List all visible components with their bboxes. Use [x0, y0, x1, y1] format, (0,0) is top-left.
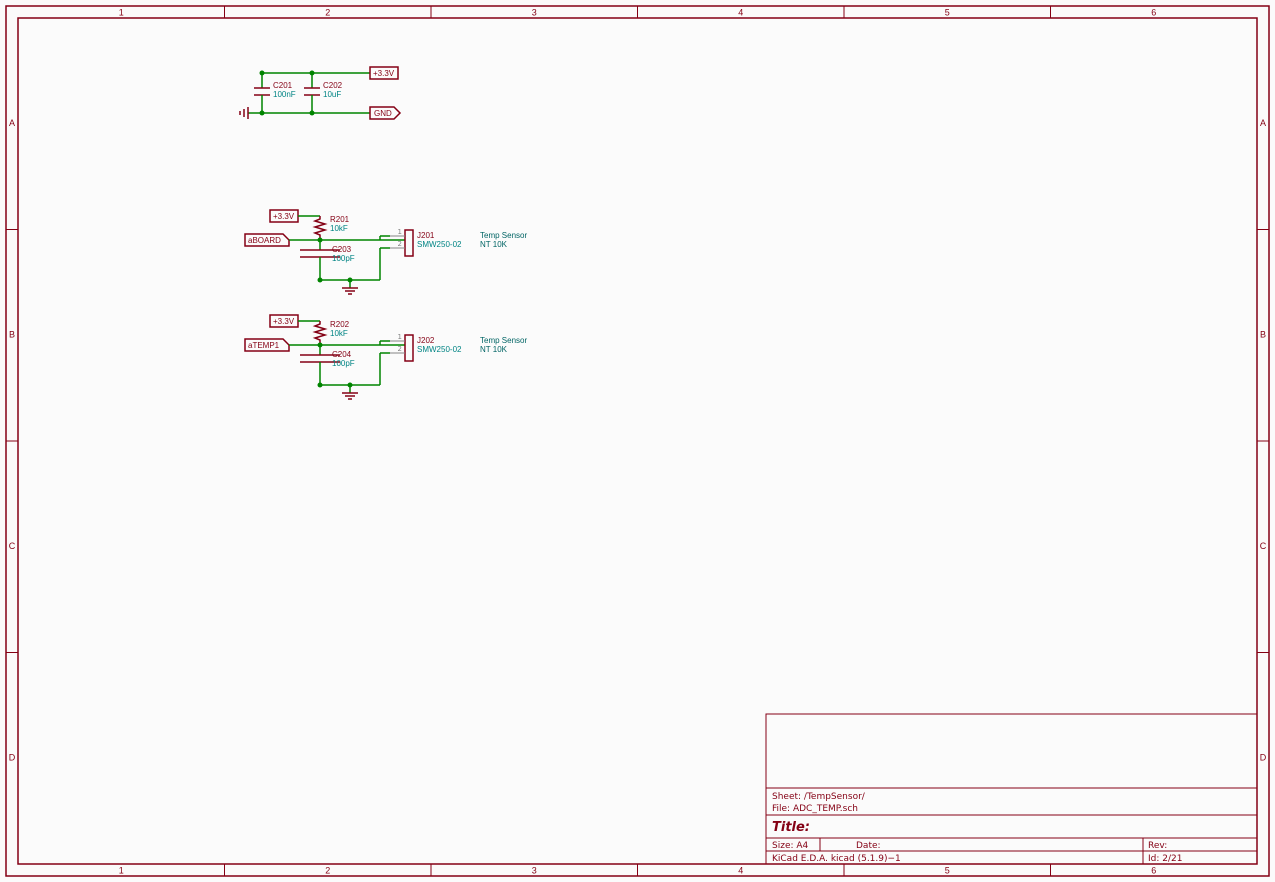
svg-text:10kF: 10kF — [330, 329, 348, 338]
svg-text:J202: J202 — [417, 336, 435, 345]
decoupling-group: +3.3V GND C201 100nF C202 10uF — [240, 67, 400, 119]
svg-text:100pF: 100pF — [332, 359, 355, 368]
svg-text:+3.3V: +3.3V — [273, 212, 295, 221]
svg-text:10kF: 10kF — [330, 224, 348, 233]
p33v-top-label: +3.3V — [370, 67, 398, 79]
svg-text:6: 6 — [1151, 865, 1156, 875]
svg-text:D: D — [1260, 753, 1267, 763]
tb-file: File: ADC_TEMP.sch — [772, 804, 858, 814]
tb-id: Id: 2/21 — [1148, 854, 1182, 864]
schematic-sheet: 1 1 2 2 3 3 4 4 5 5 6 6 A A B B C C D D +3.3V GND C201 100… — [0, 0, 1275, 882]
title-block: Sheet: /TempSensor/ File: ADC_TEMP.sch T… — [766, 714, 1257, 864]
svg-text:C203: C203 — [332, 245, 352, 254]
svg-text:Temp Sensor: Temp Sensor — [480, 336, 527, 345]
c201: C201 100nF — [254, 71, 296, 116]
svg-text:1: 1 — [398, 333, 402, 341]
c201-ref: C201 — [273, 81, 293, 90]
svg-text:SMW250-02: SMW250-02 — [417, 345, 462, 354]
svg-text:6: 6 — [1151, 7, 1156, 17]
sensor-block-2-cap: C204100pF — [300, 345, 355, 385]
svg-text:5: 5 — [945, 7, 950, 17]
svg-text:C: C — [9, 541, 16, 551]
svg-text:R201: R201 — [330, 215, 350, 224]
svg-text:3: 3 — [532, 7, 537, 17]
svg-text:R202: R202 — [330, 320, 350, 329]
svg-text:4: 4 — [738, 865, 743, 875]
svg-text:aBOARD: aBOARD — [248, 236, 281, 245]
svg-text:SMW250-02: SMW250-02 — [417, 240, 462, 249]
c202: C202 10uF — [304, 71, 343, 116]
svg-text:2: 2 — [325, 865, 330, 875]
tb-eda: KiCad E.D.A. kicad (5.1.9)−1 — [772, 854, 901, 864]
svg-text:+3.3V: +3.3V — [273, 317, 295, 326]
svg-text:aTEMP1: aTEMP1 — [248, 341, 280, 350]
svg-text:3: 3 — [532, 865, 537, 875]
tb-date: Date: — [856, 841, 881, 851]
earth-gnd-top — [240, 107, 260, 119]
svg-text:B: B — [9, 330, 15, 340]
sensor-block-1-res: R20110kF — [315, 215, 350, 241]
c202-ref: C202 — [323, 81, 343, 90]
svg-text:J201: J201 — [417, 231, 435, 240]
sensor-block-1-conn: 1 2 J201SMW250-02 Temp SensorNT 10K — [380, 228, 527, 280]
svg-text:B: B — [1260, 330, 1266, 340]
p33v-top-text: +3.3V — [373, 69, 395, 78]
sensor-block-2-res: R20210kF — [315, 320, 350, 346]
sensor-block-1-cap: C203100pF — [300, 240, 355, 280]
c202-val: 10uF — [323, 90, 341, 99]
svg-text:C: C — [1260, 541, 1267, 551]
svg-text:NT 10K: NT 10K — [480, 345, 508, 354]
tb-sheet: Sheet: /TempSensor/ — [772, 792, 866, 802]
svg-text:1: 1 — [119, 865, 124, 875]
gnd-top-text: GND — [374, 109, 392, 118]
svg-text:100pF: 100pF — [332, 254, 355, 263]
svg-text:NT 10K: NT 10K — [480, 240, 508, 249]
svg-text:C204: C204 — [332, 350, 352, 359]
svg-text:2: 2 — [325, 7, 330, 17]
svg-text:A: A — [9, 118, 15, 128]
svg-text:1: 1 — [119, 7, 124, 17]
tb-title: Title: — [772, 820, 810, 835]
svg-text:4: 4 — [738, 7, 743, 17]
svg-text:2: 2 — [398, 240, 402, 248]
sensor-block-2-conn: 1 2 J202SMW250-02 Temp SensorNT 10K — [380, 333, 527, 385]
svg-text:Temp Sensor: Temp Sensor — [480, 231, 527, 240]
svg-text:1: 1 — [398, 228, 402, 236]
svg-text:5: 5 — [945, 865, 950, 875]
svg-text:D: D — [9, 753, 16, 763]
svg-text:A: A — [1260, 118, 1266, 128]
sensor-block-1: +3.3V R20110kF aBOARD C203100pF 1 2 J201SMW250… — [245, 210, 527, 294]
page-frame: 1 1 2 2 3 3 4 4 5 5 6 6 A A B B C C D D — [6, 6, 1269, 876]
tb-size: Size: A4 — [772, 841, 809, 851]
sensor-block-2: +3.3V R20210kF aTEMP1 C204100pF 1 2 J202SMW250… — [245, 315, 527, 399]
tb-rev: Rev: — [1148, 841, 1167, 851]
gnd-top-label: GND — [370, 107, 400, 119]
c201-val: 100nF — [273, 90, 296, 99]
svg-text:2: 2 — [398, 345, 402, 353]
